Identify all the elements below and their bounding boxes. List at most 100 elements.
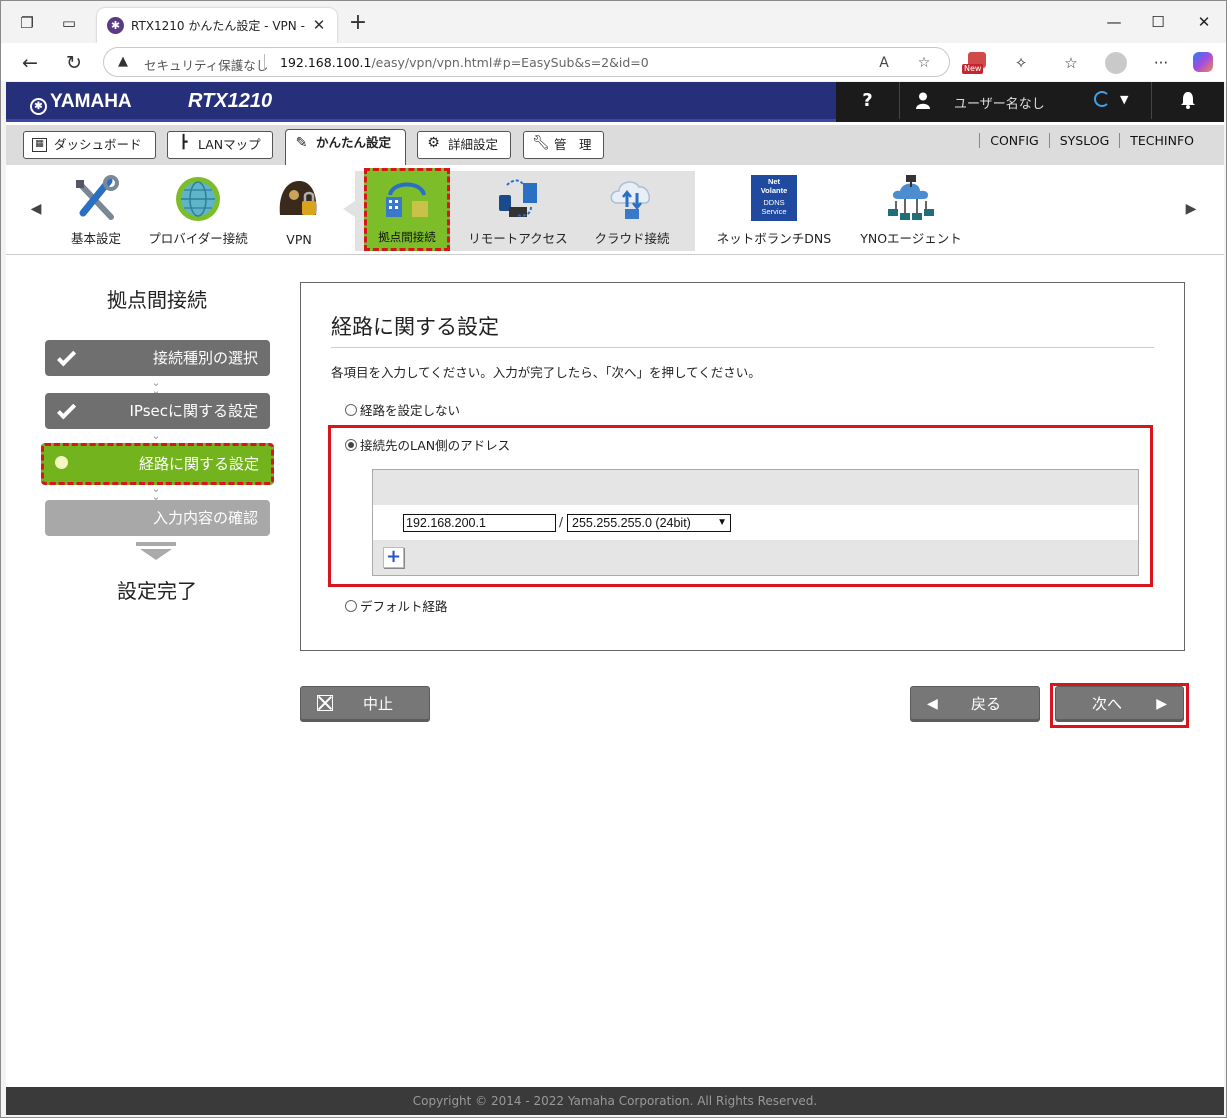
netmask-select[interactable]: 255.255.255.0 (24bit) ▼ xyxy=(567,514,731,532)
syslog-link[interactable]: SYSLOG xyxy=(1048,133,1120,148)
left-triangle-icon: ◀ xyxy=(927,696,938,712)
new-badge: New xyxy=(962,64,984,74)
tab-management[interactable]: 🔧︎ 管 理 xyxy=(523,131,604,159)
browser-tabbar: ❐ ▭ ✱ RTX1210 かんたん設定 - VPN - 拠点間接続 ✕ + —… xyxy=(1,1,1226,43)
tab-close-icon[interactable]: ✕ xyxy=(309,15,329,35)
current-step-dot xyxy=(55,456,68,469)
favorite-star-icon[interactable]: ☆ xyxy=(914,53,934,73)
user-icon xyxy=(916,92,930,109)
window-close-icon[interactable]: ✕ xyxy=(1189,9,1219,35)
route-settings-panel: 経路に関する設定 各項目を入力してください。入力が完了したら、「次へ」を押してく… xyxy=(300,282,1185,651)
browser-window: ❐ ▭ ✱ RTX1210 かんたん設定 - VPN - 拠点間接続 ✕ + —… xyxy=(0,0,1227,1118)
wizard-step-ipsec: IPsecに関する設定 xyxy=(45,393,270,429)
check-icon xyxy=(57,400,77,420)
url-text[interactable]: 192.168.100.1/easy/vpn/vpn.html#p=EasySu… xyxy=(280,55,649,70)
wand-icon: ✎ xyxy=(295,135,308,151)
new-tab-icon[interactable]: + xyxy=(345,11,371,37)
address-bar[interactable]: ▲ セキュリティ保護なし 192.168.100.1/easy/vpn/vpn.… xyxy=(103,47,950,77)
chevron-down-icon[interactable]: ▼ xyxy=(1120,93,1128,106)
wizard-step-type: 接続種別の選択 xyxy=(45,340,270,376)
lan-map-icon: ┣ xyxy=(179,135,188,150)
func-label: リモートアクセス xyxy=(468,231,568,246)
cancel-x-icon xyxy=(317,695,333,711)
warning-icon[interactable]: ▲ xyxy=(118,54,128,69)
config-link[interactable]: CONFIG xyxy=(979,133,1048,148)
wizard-step-route: 経路に関する設定 xyxy=(41,443,274,485)
right-triangle-icon: ▶ xyxy=(1156,696,1167,712)
extensions-icon[interactable]: ✧ xyxy=(1009,52,1033,74)
bell-icon[interactable] xyxy=(1151,82,1224,119)
radio-button[interactable] xyxy=(345,404,357,416)
tab-advanced[interactable]: ⚙ 詳細設定 xyxy=(417,131,511,159)
route-table: 192.168.200.1 / 255.255.255.0 (24bit) ▼ + xyxy=(372,469,1139,576)
tab-actions-icon[interactable]: ▭ xyxy=(57,11,81,35)
option-default-route[interactable]: デフォルト経路 xyxy=(345,596,448,615)
favorites-icon[interactable]: ☆ xyxy=(1059,52,1083,74)
route-row: 192.168.200.1 / 255.255.255.0 (24bit) ▼ xyxy=(373,505,1138,540)
wizard-step-confirm: 入力内容の確認 xyxy=(45,500,270,536)
add-route-button[interactable]: + xyxy=(383,547,404,568)
func-vpn[interactable]: VPN xyxy=(239,173,359,251)
user-name[interactable]: ユーザー名なし xyxy=(954,93,1045,112)
option-lan-address[interactable]: 接続先のLAN側のアドレス xyxy=(345,435,510,454)
extension-new-icon[interactable]: New xyxy=(962,52,989,74)
workspaces-icon[interactable]: ❐ xyxy=(15,11,39,35)
radio-button-selected[interactable] xyxy=(345,439,357,451)
radio-button[interactable] xyxy=(345,600,357,612)
copilot-icon[interactable] xyxy=(1193,52,1217,74)
read-aloud-icon[interactable]: A xyxy=(874,53,894,73)
yamaha-logo: ✱ YAMAHA xyxy=(30,91,132,115)
url-divider xyxy=(264,54,265,71)
refresh-icon[interactable]: ↻ xyxy=(61,50,87,76)
func-remote-access[interactable]: リモートアクセス xyxy=(458,173,578,251)
cancel-button[interactable]: 中止 xyxy=(300,686,430,722)
top-links: CONFIG SYSLOG TECHINFO xyxy=(979,133,1204,148)
status-spinner-icon[interactable] xyxy=(1094,91,1110,107)
func-label: クラウド接続 xyxy=(594,231,670,246)
yamaha-tuning-fork-icon: ✱ xyxy=(30,98,47,115)
panel-description: 各項目を入力してください。入力が完了したら、「次へ」を押してください。 xyxy=(331,365,761,380)
yamaha-favicon-icon: ✱ xyxy=(107,17,124,34)
page-viewport: ✱ YAMAHA RTX1210 ? ユーザー名なし ▼ ▦ ダッシュボード ┣… xyxy=(6,82,1224,1115)
tools-icon xyxy=(71,175,121,223)
option-no-route[interactable]: 経路を設定しない xyxy=(345,400,460,419)
network-icon xyxy=(886,175,936,223)
vpn-lock-icon xyxy=(274,175,324,223)
remote-access-icon xyxy=(493,175,543,223)
func-label: VPN xyxy=(286,232,312,247)
step-chevron-icon: ⌄⌄ xyxy=(151,482,161,503)
func-label: ネットボランチDNS xyxy=(716,231,832,246)
maximize-icon[interactable]: ☐ xyxy=(1143,9,1173,35)
security-label[interactable]: セキュリティ保護なし xyxy=(144,55,268,74)
function-strip: ◀ 基本設定 プロバイダー接続 VPN 拠点間接続 リモートアクセス クラウド接… xyxy=(6,165,1224,255)
ddns-icon: Net Volante DDNS Service xyxy=(751,175,797,221)
func-netvolante-dns[interactable]: Net Volante DDNS Service ネットボランチDNS xyxy=(714,173,834,251)
mask-separator: / xyxy=(559,515,564,529)
tab-lan-map[interactable]: ┣ LANマップ xyxy=(167,131,273,159)
router-header: ✱ YAMAHA RTX1210 ? ユーザー名なし ▼ xyxy=(6,82,1224,122)
back-button[interactable]: ◀ 戻る xyxy=(910,686,1040,722)
help-button[interactable]: ? xyxy=(836,82,900,119)
techinfo-link[interactable]: TECHINFO xyxy=(1119,133,1204,148)
more-menu-icon[interactable]: ··· xyxy=(1149,52,1173,74)
header-tools: ? ユーザー名なし ▼ xyxy=(836,82,1224,122)
browser-tab[interactable]: ✱ RTX1210 かんたん設定 - VPN - 拠点間接続 ✕ xyxy=(97,8,337,43)
func-site-to-site[interactable]: 拠点間接続 xyxy=(364,168,450,251)
copyright-footer: Copyright © 2014 - 2022 Yamaha Corporati… xyxy=(6,1087,1224,1115)
func-yno-agent[interactable]: YNOエージェント xyxy=(851,173,971,251)
tab-title: RTX1210 かんたん設定 - VPN - 拠点間接続 xyxy=(131,19,307,33)
gear-icon: ⚙ xyxy=(427,135,440,151)
back-arrow-icon[interactable]: ← xyxy=(17,50,43,76)
func-cloud[interactable]: クラウド接続 xyxy=(572,173,692,251)
scroll-right-icon[interactable]: ▶ xyxy=(1183,201,1199,219)
ip-address-input[interactable]: 192.168.200.1 xyxy=(403,514,556,532)
chevron-down-icon: ▼ xyxy=(717,517,727,528)
tab-dashboard[interactable]: ▦ ダッシュボード xyxy=(23,131,156,159)
wizard-title: 拠点間接続 xyxy=(107,288,207,312)
tab-easy-setup[interactable]: ✎ かんたん設定 xyxy=(285,129,406,165)
divider xyxy=(331,347,1154,348)
down-arrow-icon xyxy=(136,542,176,562)
minimize-icon[interactable]: — xyxy=(1099,9,1129,35)
next-button[interactable]: 次へ ▶ xyxy=(1055,686,1184,722)
profile-icon[interactable] xyxy=(1105,52,1129,74)
